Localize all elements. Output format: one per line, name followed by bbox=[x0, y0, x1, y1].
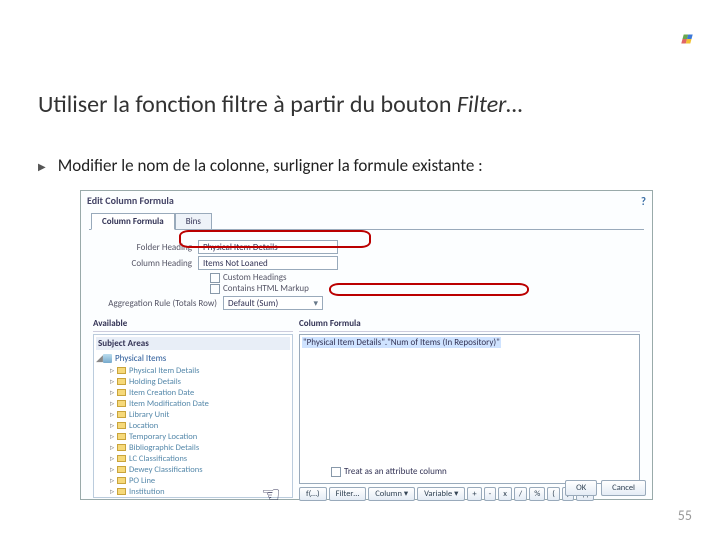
column-formula-label: Column Formula bbox=[299, 316, 640, 332]
lparen-button[interactable]: ( bbox=[547, 487, 560, 501]
tree-item[interactable]: ▹LC Classifications bbox=[110, 453, 290, 464]
treat-as-attribute-row: Treat as an attribute column bbox=[331, 466, 447, 477]
tree-item[interactable]: ▹Institution bbox=[110, 486, 290, 497]
slide-title: Utiliser la fonction filtre à partir du … bbox=[38, 90, 523, 119]
agg-select[interactable]: Default (Sum)▾ bbox=[223, 296, 323, 310]
tree-item[interactable]: ▹Item Creation Date bbox=[110, 387, 290, 398]
subline-text: Modifier le nom de la colonne, surligner… bbox=[58, 155, 483, 176]
plus-button[interactable]: + bbox=[467, 487, 481, 501]
cancel-button[interactable]: Cancel bbox=[601, 480, 646, 496]
folder-icon bbox=[117, 378, 126, 385]
column-heading-field[interactable]: Items Not Loaned bbox=[198, 256, 338, 270]
help-icon[interactable]: ? bbox=[641, 195, 646, 208]
tree-item[interactable]: ▹Item Modification Date bbox=[110, 398, 290, 409]
tree-item[interactable]: ▹Temporary Location bbox=[110, 431, 290, 442]
folder-icon bbox=[117, 400, 126, 407]
contains-html-label: Contains HTML Markup bbox=[223, 283, 309, 294]
contains-html-checkbox[interactable] bbox=[210, 284, 220, 294]
folder-icon bbox=[117, 433, 126, 440]
treat-as-attribute-checkbox[interactable] bbox=[331, 467, 341, 477]
tree-children: ▹Physical Item Details ▹Holding Details … bbox=[96, 365, 290, 497]
variable-button[interactable]: Variable ▾ bbox=[417, 487, 465, 501]
slide-title-em: Filter… bbox=[457, 90, 523, 119]
custom-headings-checkbox[interactable] bbox=[210, 273, 220, 283]
custom-headings-label: Custom Headings bbox=[223, 272, 287, 283]
available-label: Available bbox=[93, 316, 293, 332]
slide-subline: ▶ Modifier le nom de la colonne, surligne… bbox=[38, 155, 483, 176]
subject-areas-header: Subject Areas bbox=[96, 337, 290, 350]
bullet-icon: ▶ bbox=[38, 160, 46, 173]
folder-icon bbox=[117, 488, 126, 495]
tab-bins[interactable]: Bins bbox=[175, 213, 212, 230]
folder-icon bbox=[117, 444, 126, 451]
column-heading-label: Column Heading bbox=[93, 258, 198, 269]
folder-heading-label: Folder Heading bbox=[93, 242, 198, 253]
div-button[interactable]: / bbox=[514, 487, 527, 501]
folder-icon bbox=[117, 411, 126, 418]
tree-item[interactable]: ▹Library Unit bbox=[110, 409, 290, 420]
folder-heading-field[interactable]: Physical Item Details bbox=[198, 240, 338, 254]
treat-as-attribute-label: Treat as an attribute column bbox=[344, 466, 447, 477]
tree-item[interactable]: ▹Dewey Classifications bbox=[110, 464, 290, 475]
tree-item[interactable]: ▹PO Line bbox=[110, 475, 290, 486]
brand-logo bbox=[678, 30, 696, 53]
agg-label: Aggregation Rule (Totals Row) bbox=[93, 298, 223, 309]
chevron-down-icon: ▾ bbox=[313, 298, 318, 309]
dialog-footer: OK Cancel bbox=[565, 480, 646, 496]
column-button[interactable]: Column ▾ bbox=[368, 487, 415, 501]
mult-button[interactable]: x bbox=[498, 487, 512, 501]
edit-column-formula-dialog: Edit Column Formula ? Column Formula Bin… bbox=[80, 190, 653, 500]
tree-root[interactable]: ◢Physical Items bbox=[96, 352, 290, 365]
column-formula-textarea[interactable]: "Physical Item Details"."Num of Items (I… bbox=[299, 334, 640, 484]
page-number: 55 bbox=[678, 507, 692, 524]
dialog-title: Edit Column Formula bbox=[81, 191, 652, 210]
folder-icon bbox=[117, 477, 126, 484]
cube-icon bbox=[103, 354, 112, 363]
folder-icon bbox=[117, 367, 126, 374]
folder-icon bbox=[117, 466, 126, 473]
minus-button[interactable]: - bbox=[484, 487, 497, 501]
tree-item[interactable]: ▹Holding Details bbox=[110, 376, 290, 387]
filter-button[interactable]: Filter… bbox=[329, 487, 367, 501]
dialog-tabs: Column Formula Bins bbox=[91, 212, 652, 229]
subject-areas-tree[interactable]: Subject Areas ◢Physical Items ▹Physical … bbox=[93, 334, 293, 498]
tree-item[interactable]: ▹Location bbox=[110, 420, 290, 431]
folder-icon bbox=[117, 455, 126, 462]
fx-button[interactable]: f(…) bbox=[299, 487, 327, 501]
tree-item[interactable]: ▹Bibliographic Details bbox=[110, 442, 290, 453]
tab-column-formula[interactable]: Column Formula bbox=[91, 213, 175, 230]
folder-icon bbox=[117, 389, 126, 396]
formula-selection: "Physical Item Details"."Num of Items (I… bbox=[302, 337, 501, 348]
pct-button[interactable]: % bbox=[529, 487, 545, 501]
slide-title-text: Utiliser la fonction filtre à partir du … bbox=[38, 90, 457, 119]
tree-item[interactable]: ▹Physical Item Details bbox=[110, 365, 290, 376]
folder-icon bbox=[117, 422, 126, 429]
ok-button[interactable]: OK bbox=[565, 480, 597, 496]
